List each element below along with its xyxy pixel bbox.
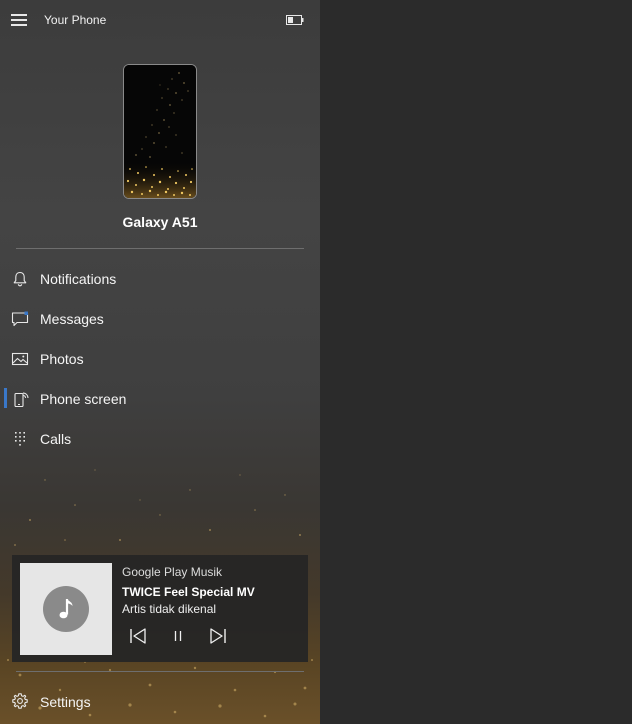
pause-icon bbox=[174, 631, 182, 641]
device-name: Galaxy A51 bbox=[122, 214, 198, 230]
settings-label: Settings bbox=[40, 694, 91, 710]
gear-icon bbox=[12, 693, 28, 709]
media-title: TWICE Feel Special MV bbox=[122, 585, 255, 599]
media-player-card: Google Play Musik TWICE Feel Special MV … bbox=[12, 555, 308, 662]
nav-item-label: Photos bbox=[40, 351, 84, 367]
phone-image[interactable] bbox=[123, 64, 197, 199]
album-circle bbox=[43, 586, 89, 632]
title-bar: Your Phone bbox=[0, 0, 320, 40]
nav-item-calls[interactable]: Calls bbox=[0, 419, 320, 457]
sidebar: Your Phone Galaxy A51 Notifications Mess… bbox=[0, 0, 320, 724]
your-phone-app: Your Phone Galaxy A51 Notifications Mess… bbox=[0, 0, 632, 724]
message-icon bbox=[11, 311, 29, 327]
divider bbox=[16, 248, 304, 249]
nav-item-label: Messages bbox=[40, 311, 104, 327]
media-artist: Artis tidak dikenal bbox=[122, 602, 217, 616]
phone-screen-icon bbox=[14, 392, 29, 408]
next-button[interactable] bbox=[207, 626, 229, 646]
bell-icon bbox=[13, 271, 27, 287]
battery-icon bbox=[286, 15, 304, 25]
album-art bbox=[20, 563, 112, 655]
hamburger-menu-icon[interactable] bbox=[10, 13, 30, 27]
nav-item-label: Calls bbox=[40, 431, 72, 447]
nav-item-label: Phone screen bbox=[40, 391, 127, 407]
music-note-icon bbox=[59, 599, 73, 619]
nav-item-phone-screen[interactable]: Phone screen bbox=[0, 379, 320, 417]
previous-icon bbox=[130, 628, 146, 644]
nav-item-messages[interactable]: Messages bbox=[0, 299, 320, 337]
active-indicator bbox=[4, 388, 7, 408]
dialpad-icon bbox=[15, 432, 25, 446]
media-source: Google Play Musik bbox=[122, 565, 223, 579]
nav-item-photos[interactable]: Photos bbox=[0, 339, 320, 377]
divider bbox=[16, 671, 304, 672]
nav-item-notifications[interactable]: Notifications bbox=[0, 259, 320, 297]
nav-item-label: Notifications bbox=[40, 271, 117, 287]
pause-button[interactable] bbox=[167, 626, 189, 646]
app-title: Your Phone bbox=[44, 13, 107, 27]
next-icon bbox=[210, 628, 226, 644]
previous-button[interactable] bbox=[127, 626, 149, 646]
photo-icon bbox=[11, 352, 29, 366]
phone-wallpaper bbox=[124, 65, 196, 198]
main-content-area bbox=[320, 0, 632, 724]
settings-button[interactable]: Settings bbox=[0, 682, 320, 720]
